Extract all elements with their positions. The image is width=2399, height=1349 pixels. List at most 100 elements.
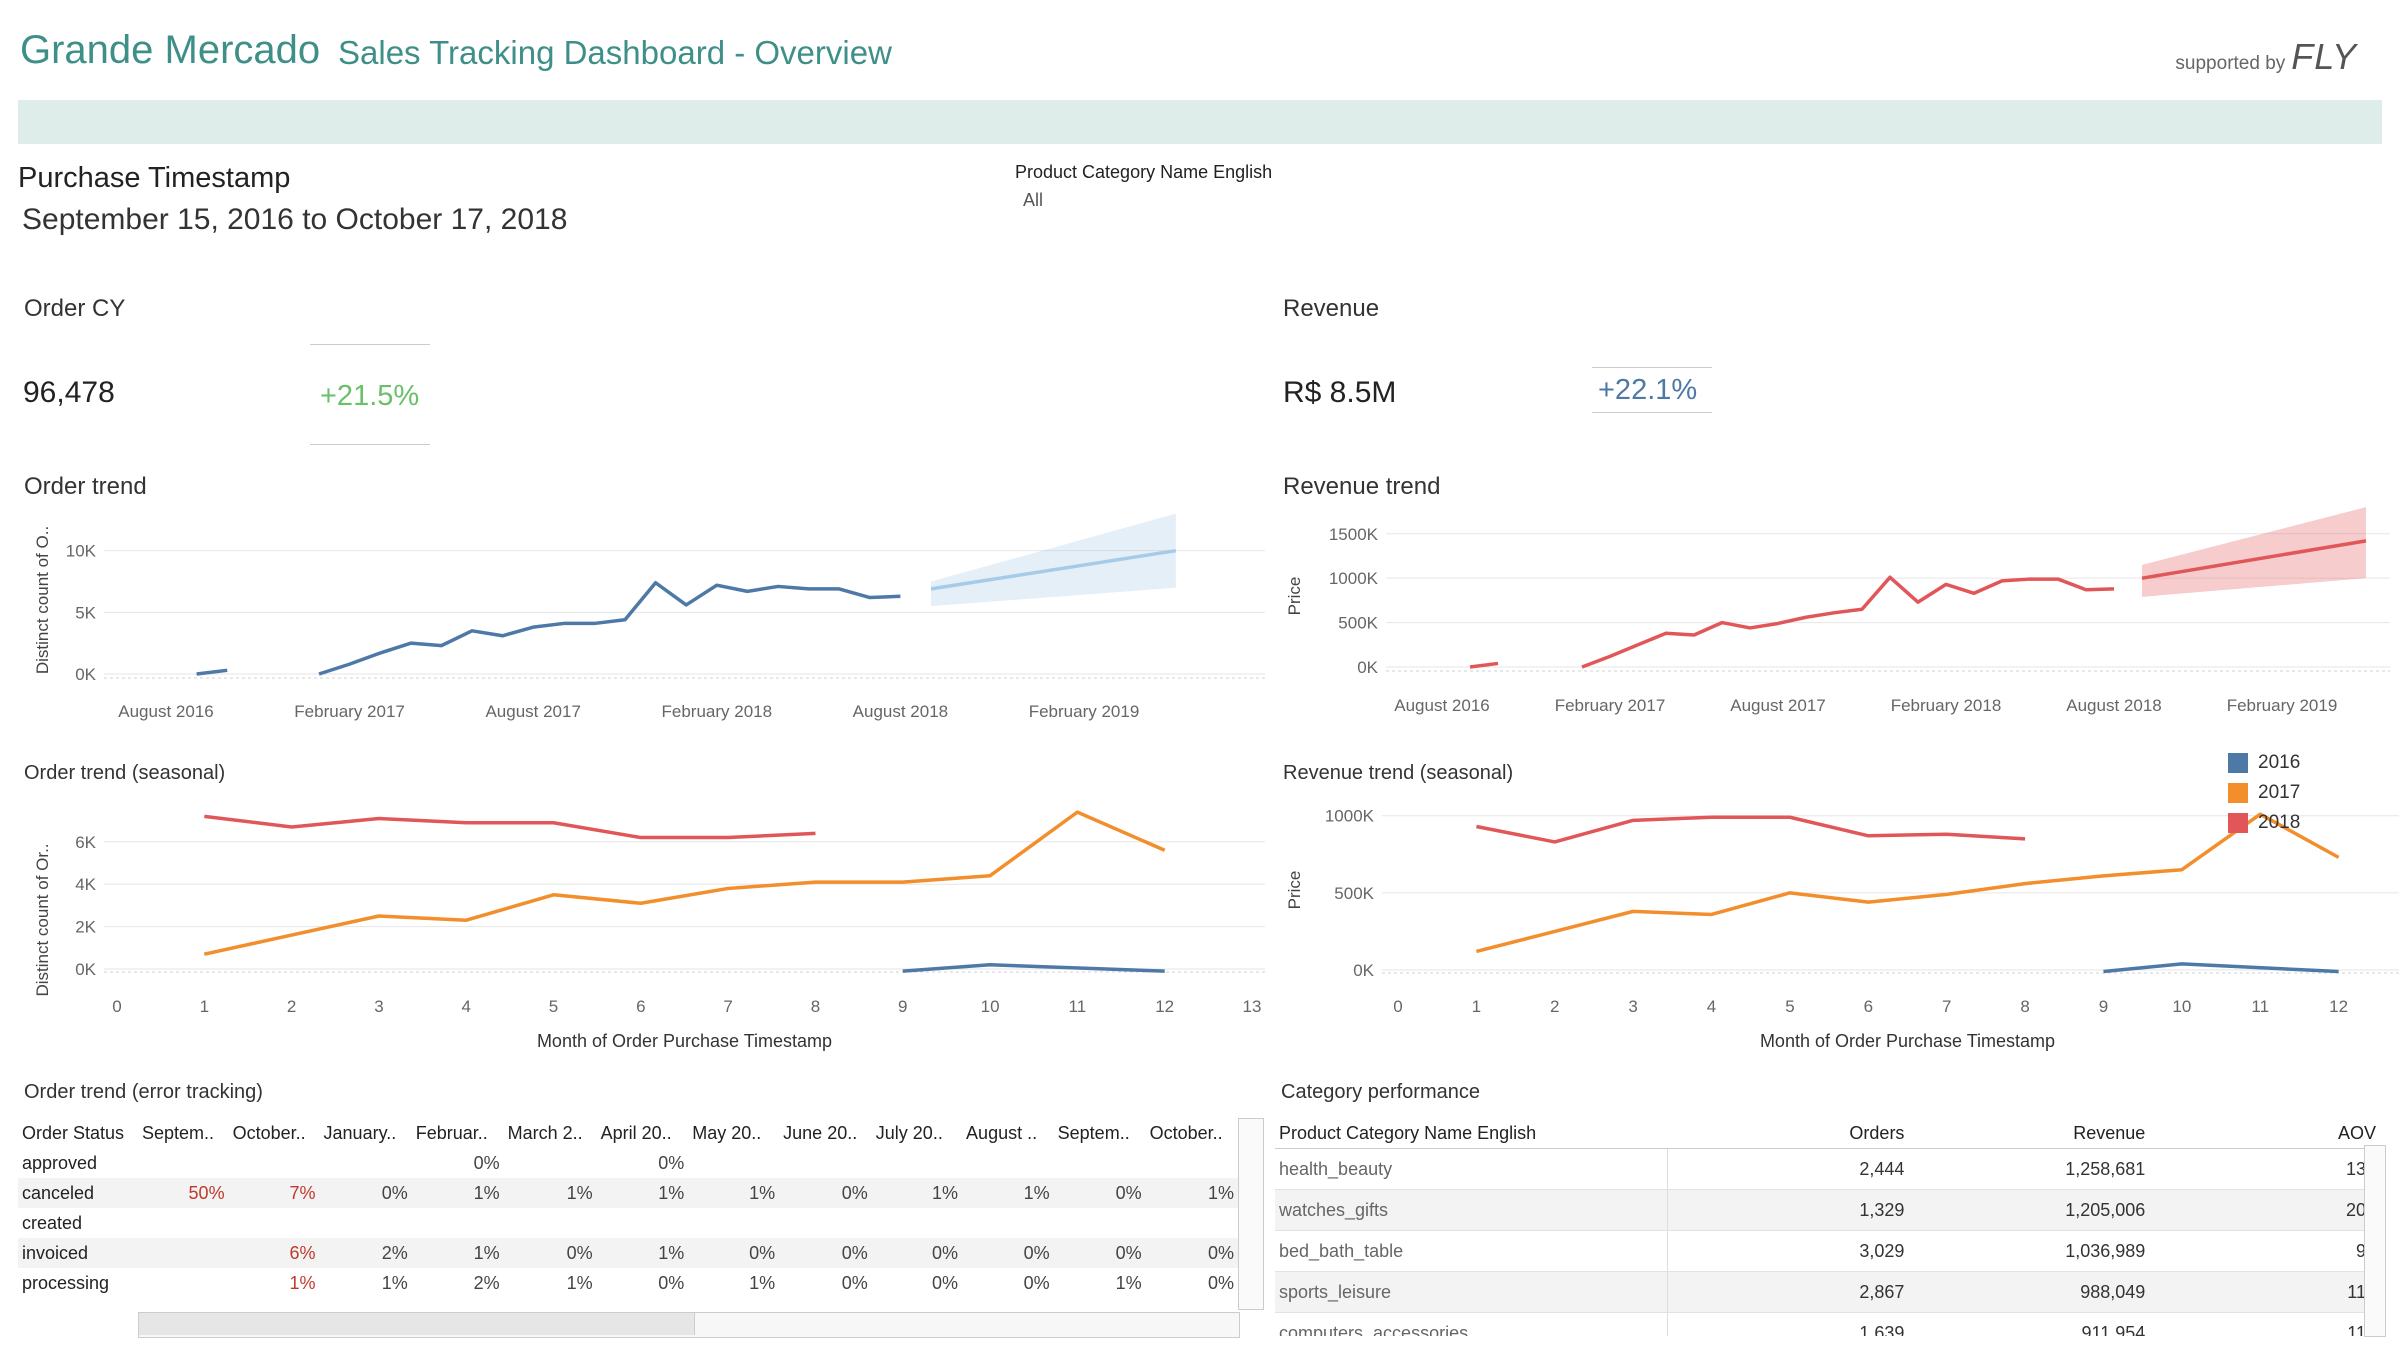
table-cell: [138, 1268, 229, 1298]
x-tick-label: February 2018: [1891, 696, 2002, 715]
table-cell: 1%: [749, 1272, 776, 1293]
table-cell: 201: [2149, 1189, 2380, 1231]
timestamp-filter-value[interactable]: September 15, 2016 to October 17, 2018: [22, 203, 567, 237]
table-row[interactable]: health_beauty 2,444 1,258,681 130: [1275, 1148, 2380, 1190]
x-axis-label: Month of Order Purchase Timestamp: [537, 1031, 832, 1051]
orders-delta-top-rule: [310, 344, 430, 345]
category-table-wrapper[interactable]: Product Category Name English Orders Reven…: [1275, 1118, 2380, 1336]
table-cell: [1054, 1148, 1146, 1178]
table-cell: [1146, 1148, 1238, 1178]
x-tick-label: August 2017: [485, 702, 580, 721]
table-cell: 2,444: [1667, 1148, 1909, 1190]
legend-item-2017[interactable]: 2017: [2228, 782, 2300, 804]
header-banner: [18, 100, 2382, 144]
series-line: [196, 668, 228, 676]
table-row[interactable]: bed_bath_table3,0291,036,98993: [1275, 1230, 2380, 1272]
column-header[interactable]: June 20..: [779, 1118, 872, 1148]
category-name: watches_gifts: [1275, 1189, 1669, 1231]
column-header[interactable]: March 2..: [504, 1118, 597, 1148]
sponsor-logo: FLY: [2291, 36, 2357, 77]
table-cell: 1%: [289, 1272, 316, 1293]
table-cell: 2%: [381, 1242, 408, 1263]
table-cell: [872, 1208, 962, 1238]
x-tick-label: 7: [1942, 997, 1951, 1016]
table-cell: [779, 1208, 872, 1238]
category-performance-table: Product Category Name English Orders Reven…: [1275, 1118, 2380, 1336]
column-header[interactable]: Order Status: [18, 1118, 138, 1148]
category-name: computers_accessories: [1275, 1312, 1669, 1336]
error-tracking-table-wrapper[interactable]: Order Status Septem.. October.. January.. Fe…: [18, 1118, 1238, 1308]
x-tick-label: August 2018: [2066, 696, 2161, 715]
table-cell: 2,867: [1667, 1271, 1909, 1313]
x-tick-label: 9: [2099, 997, 2108, 1016]
table-cell: 117: [2149, 1312, 2380, 1336]
legend-item-2016[interactable]: 2016: [2228, 752, 2300, 774]
y-tick-label: 0K: [1353, 961, 1374, 980]
x-tick-label: 7: [723, 997, 732, 1016]
table-cell: 0%: [841, 1242, 868, 1263]
table-cell: 1%: [1115, 1272, 1142, 1293]
y-axis-label: Distinct count of Or..: [33, 843, 52, 996]
y-tick-label: 6K: [75, 833, 96, 852]
forecast-band: [2142, 507, 2366, 597]
x-tick-label: August 2016: [118, 702, 213, 721]
column-header[interactable]: October..: [1146, 1118, 1238, 1148]
table-row[interactable]: watches_gifts 1,329 1,205,006 201: [1275, 1189, 2380, 1231]
column-header[interactable]: May 20..: [688, 1118, 779, 1148]
table-cell: [229, 1148, 320, 1178]
column-header[interactable]: January..: [320, 1118, 412, 1148]
column-header[interactable]: July 20..: [872, 1118, 962, 1148]
legend-label: 2016: [2258, 752, 2301, 773]
revenue-trend-chart[interactable]: 0K 500K 1000K 1500K August 2016 February 2017…: [1270, 500, 2399, 730]
table-cell: [412, 1208, 504, 1238]
column-header[interactable]: Revenue: [1908, 1118, 2150, 1149]
x-tick-label: August 2016: [1394, 696, 1489, 715]
y-tick-label: 0K: [1357, 658, 1378, 677]
orders-delta-bottom-rule: [310, 444, 430, 445]
table-cell: 0%: [1023, 1272, 1050, 1293]
table-cell: 1%: [658, 1182, 685, 1203]
legend-swatch: [2228, 783, 2248, 803]
category-filter-label: Product Category Name English: [1015, 162, 1273, 182]
x-tick-label: 13: [1243, 997, 1262, 1016]
column-header[interactable]: August ..: [962, 1118, 1054, 1148]
y-axis-label: Distinct count of O..: [33, 526, 52, 674]
table-cell: 0%: [932, 1242, 959, 1263]
column-header[interactable]: Septem..: [138, 1118, 229, 1148]
x-tick-label: 2: [287, 997, 296, 1016]
legend-item-2018[interactable]: 2018: [2228, 812, 2300, 834]
table-cell: 0%: [381, 1182, 408, 1203]
table-cell: 0%: [841, 1272, 868, 1293]
error-table-scroll-thumb[interactable]: [139, 1313, 695, 1335]
category-filter-dropdown[interactable]: All: [1019, 188, 1047, 213]
table-cell: [962, 1148, 1054, 1178]
legend-label: 2018: [2258, 812, 2301, 833]
error-tracking-title: Order trend (error tracking): [24, 1081, 263, 1103]
table-row[interactable]: computers_accessories 1,639 911,954 117: [1275, 1312, 2380, 1336]
column-header[interactable]: October..: [229, 1118, 320, 1148]
table-cell: 0%: [658, 1152, 685, 1173]
table-cell: 988,049: [1908, 1271, 2150, 1313]
x-tick-label: 9: [898, 997, 907, 1016]
table-cell: 1%: [381, 1272, 408, 1293]
column-header[interactable]: Orders: [1667, 1118, 1909, 1149]
x-tick-label: February 2019: [1029, 702, 1140, 721]
column-header[interactable]: Septem..: [1054, 1118, 1146, 1148]
error-table-horizontal-scrollbar[interactable]: [138, 1312, 1240, 1338]
column-header[interactable]: April 20..: [597, 1118, 689, 1148]
table-cell: 6%: [289, 1242, 316, 1263]
error-table-vertical-scrollbar[interactable]: [1238, 1118, 1264, 1310]
category-table-scrollbar[interactable]: [2364, 1145, 2386, 1337]
legend-swatch: [2228, 753, 2248, 773]
table-header-row: Order Status Septem.. October.. January.. Fe…: [18, 1118, 1238, 1148]
order-seasonal-chart[interactable]: 0K2K4K6K0 1 2 3 4 5 6 7 8 9 10 11 12 13Month of Order…: [0, 790, 1270, 1060]
order-trend-chart[interactable]: 0K 5K 10K August 2016 February 2017 August 20…: [0, 500, 1270, 730]
x-tick-label: 5: [1785, 997, 1794, 1016]
table-row[interactable]: sports_leisure 2,867 988,049 114: [1275, 1271, 2380, 1313]
column-header[interactable]: Product Category Name English: [1275, 1118, 1668, 1149]
table-row: canceled 50% 7% 0% 1% 1% 1% 1% 0% 1% 1% 0% 1%: [18, 1178, 1238, 1208]
x-tick-label: 6: [636, 997, 645, 1016]
row-label: canceled: [22, 1182, 95, 1203]
column-header[interactable]: AOV: [2149, 1118, 2380, 1149]
column-header[interactable]: Februar..: [412, 1118, 504, 1148]
